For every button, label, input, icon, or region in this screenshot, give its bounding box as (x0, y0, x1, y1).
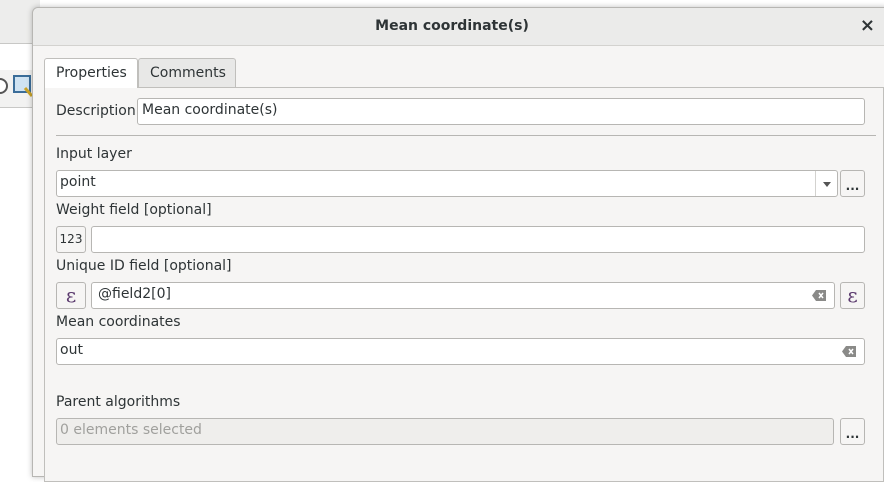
tab-properties[interactable]: Properties (44, 58, 138, 88)
weight-field-select[interactable] (91, 226, 865, 253)
mean-coordinates-dialog: Mean coordinate(s) × Properties Comments… (32, 7, 884, 482)
mean-coordinates-label: Mean coordinates (56, 314, 181, 330)
expression-builder-button[interactable]: ε (840, 282, 865, 309)
clear-text-icon[interactable] (842, 346, 856, 357)
input-layer-select[interactable]: point (56, 170, 838, 197)
input-layer-browse-button[interactable]: ... (840, 170, 865, 197)
input-layer-value: point (60, 174, 96, 190)
separator (56, 135, 876, 136)
parent-algorithms-label: Parent algorithms (56, 394, 181, 410)
parent-algorithms-browse-button[interactable]: ... (840, 418, 865, 445)
parent-algorithms-field: 0 elements selected (56, 418, 834, 445)
mean-coordinates-value: out (60, 342, 83, 358)
close-icon[interactable]: × (860, 16, 875, 36)
input-layer-label: Input layer (56, 146, 132, 162)
expression-type-icon[interactable]: ε (56, 282, 86, 309)
clear-text-icon[interactable] (812, 290, 826, 301)
tab-comments[interactable]: Comments (138, 58, 236, 87)
unique-id-label: Unique ID field [optional] (56, 258, 232, 274)
dialog-title: Mean coordinate(s) (375, 18, 529, 34)
unique-id-expression-input[interactable]: @field2[0] (91, 282, 835, 309)
description-input[interactable]: Mean coordinate(s) (137, 98, 865, 125)
dialog-titlebar: Mean coordinate(s) × (33, 8, 884, 46)
description-label: Description (56, 103, 136, 119)
mean-coordinates-output-input[interactable]: out (56, 338, 865, 365)
chevron-down-icon[interactable] (815, 171, 837, 196)
properties-panel: Description Mean coordinate(s) Input lay… (44, 87, 884, 482)
weight-field-label: Weight field [optional] (56, 202, 212, 218)
unique-id-value: @field2[0] (98, 286, 171, 302)
zoom-tool-icon[interactable] (13, 75, 33, 97)
numeric-field-type-icon[interactable]: 123 (56, 226, 86, 253)
